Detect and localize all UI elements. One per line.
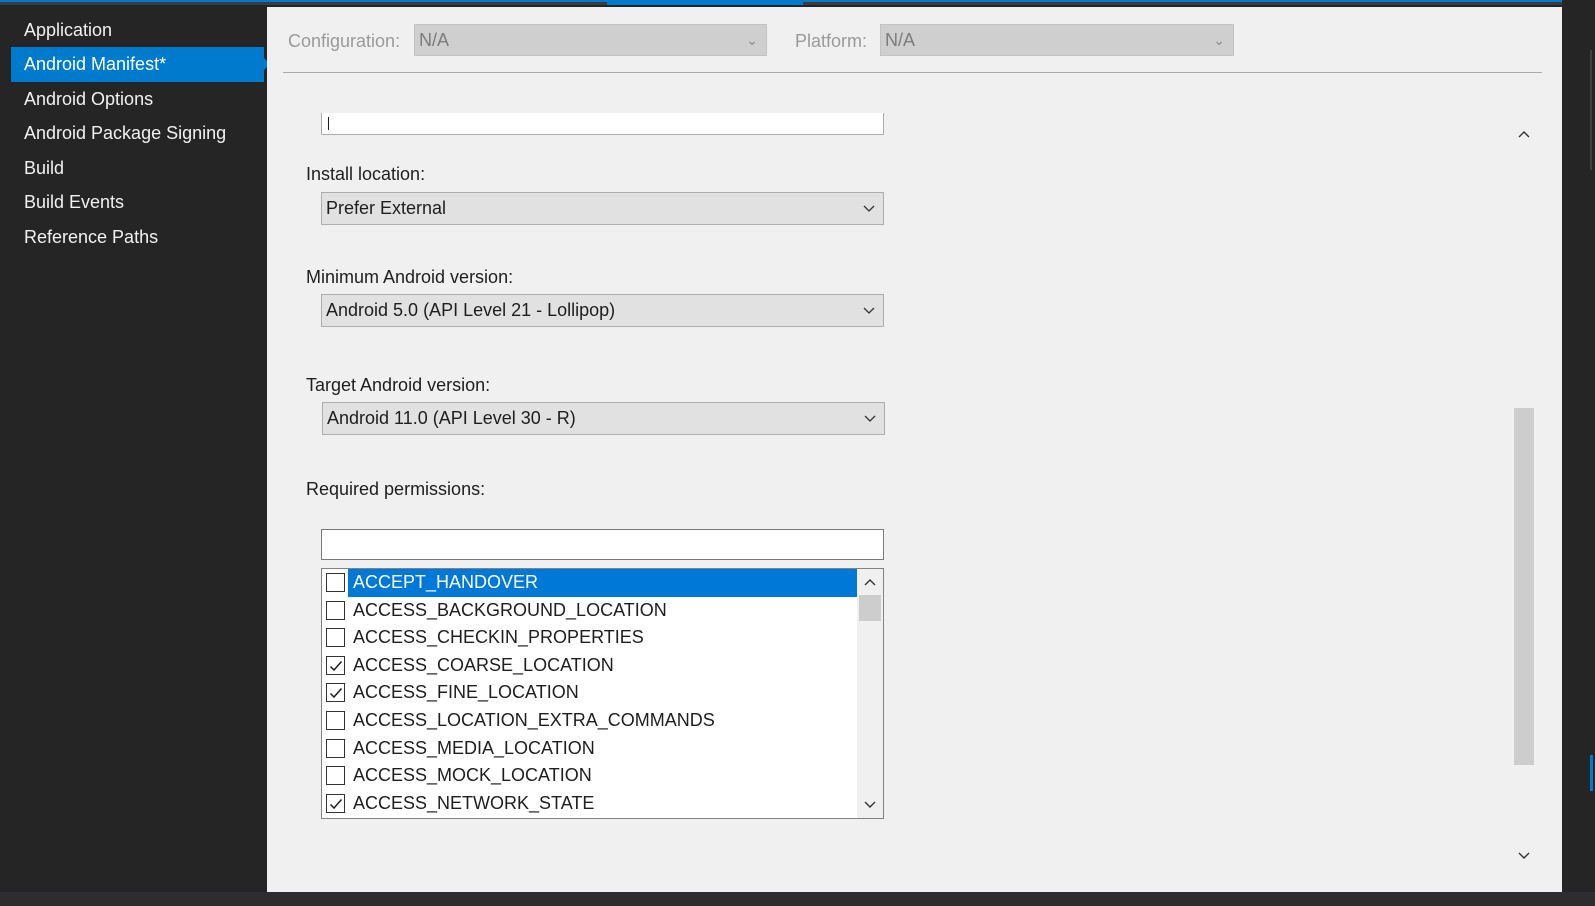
permission-label: ACCESS_COARSE_LOCATION xyxy=(353,654,614,675)
configuration-select[interactable]: N/A ⌄ xyxy=(414,24,767,56)
platform-select[interactable]: N/A ⌄ xyxy=(880,24,1234,56)
window-bottom-edge xyxy=(0,892,1595,906)
chevron-down-icon xyxy=(864,415,876,422)
checkmark-icon xyxy=(329,688,343,699)
chevron-down-icon xyxy=(863,307,875,314)
permission-row[interactable]: ACCESS_NETWORK_STATE xyxy=(322,790,858,818)
panel-scrollbar[interactable] xyxy=(1512,122,1536,872)
sidebar-item-build[interactable]: Build xyxy=(11,151,264,186)
platform-value: N/A xyxy=(885,30,916,50)
permissions-list[interactable]: ACCEPT_HANDOVER ACCESS_BACKGROUND_LOCATIO… xyxy=(321,568,884,819)
platform-label: Platform: xyxy=(795,31,868,51)
target-android-version-value: Android 11.0 (API Level 30 - R) xyxy=(327,408,576,428)
permission-label: ACCESS_BACKGROUND_LOCATION xyxy=(353,599,667,620)
permission-row[interactable]: ACCESS_MOCK_LOCATION xyxy=(322,762,858,790)
editor-position-marker xyxy=(1590,755,1593,791)
permissions-filter-input[interactable] xyxy=(321,529,884,560)
install-location-select[interactable]: Prefer External xyxy=(321,192,884,225)
min-android-version-select[interactable]: Android 5.0 (API Level 21 - Lollipop) xyxy=(321,294,884,327)
permission-row[interactable]: ACCESS_BACKGROUND_LOCATION xyxy=(322,597,858,625)
permission-label: ACCESS_CHECKIN_PROPERTIES xyxy=(353,627,644,648)
permission-label: ACCEPT_HANDOVER xyxy=(348,569,857,597)
panel-scroll-down-button[interactable] xyxy=(1512,844,1536,868)
window-right-edge xyxy=(1562,0,1595,906)
chevron-down-icon xyxy=(864,801,876,808)
scroll-down-button[interactable] xyxy=(857,793,883,817)
permission-checkbox[interactable] xyxy=(326,766,345,786)
permission-checkbox[interactable] xyxy=(326,683,345,703)
permission-row[interactable]: ACCESS_FINE_LOCATION xyxy=(322,679,858,707)
permission-row[interactable]: ACCESS_CHECKIN_PROPERTIES xyxy=(322,624,858,652)
permission-label: ACCESS_FINE_LOCATION xyxy=(353,682,579,703)
sidebar-item-android-manifest[interactable]: Android Manifest* xyxy=(11,47,270,82)
chevron-down-icon xyxy=(863,205,875,212)
permission-checkbox[interactable] xyxy=(326,738,345,758)
sidebar-item-reference-paths[interactable]: Reference Paths xyxy=(11,220,264,255)
permission-checkbox[interactable] xyxy=(326,793,345,813)
permissions-list-scrollbar[interactable] xyxy=(857,569,883,818)
checkmark-icon xyxy=(329,798,343,809)
text-field-partially-scrolled[interactable] xyxy=(321,113,884,135)
chevron-up-icon xyxy=(864,579,876,586)
permission-checkbox[interactable] xyxy=(326,655,345,675)
permission-label: ACCESS_LOCATION_EXTRA_COMMANDS xyxy=(353,710,715,730)
configuration-value: N/A xyxy=(419,30,450,50)
permission-label: ACCESS_NETWORK_STATE xyxy=(353,792,595,813)
chevron-down-icon: ⌄ xyxy=(1213,32,1225,48)
panel-scrollbar-thumb[interactable] xyxy=(1514,408,1534,765)
project-properties-sidebar: Application Android Manifest* Android Op… xyxy=(0,12,270,892)
permission-checkbox[interactable] xyxy=(326,628,345,648)
sidebar-item-android-options[interactable]: Android Options xyxy=(11,82,264,117)
permission-label: ACCESS_MOCK_LOCATION xyxy=(353,765,592,786)
permission-checkbox[interactable] xyxy=(326,573,345,592)
scrollbar-thumb[interactable] xyxy=(859,595,881,621)
permission-checkbox[interactable] xyxy=(326,711,345,730)
scroll-up-button[interactable] xyxy=(857,570,883,594)
install-location-value: Prefer External xyxy=(326,198,447,218)
sidebar-item-application[interactable]: Application xyxy=(11,13,264,48)
editor-scroll-marker xyxy=(1590,50,1592,170)
permission-row[interactable]: ACCESS_LOCATION_EXTRA_COMMANDS xyxy=(322,707,858,735)
install-location-label: Install location: xyxy=(306,164,426,184)
permission-row[interactable]: ACCESS_MEDIA_LOCATION xyxy=(322,735,858,763)
chevron-down-icon xyxy=(1518,852,1530,859)
permission-checkbox[interactable] xyxy=(326,600,345,620)
sidebar-item-build-events[interactable]: Build Events xyxy=(11,185,264,220)
target-android-version-label: Target Android version: xyxy=(306,375,491,395)
permission-row[interactable]: ACCESS_COARSE_LOCATION xyxy=(322,652,858,680)
chevron-down-icon: ⌄ xyxy=(746,32,758,48)
active-tab-indicator xyxy=(607,0,803,5)
min-android-version-label: Minimum Android version: xyxy=(306,267,514,287)
checkmark-icon xyxy=(329,660,343,671)
panel-scroll-up-button[interactable] xyxy=(1512,122,1536,146)
min-android-version-value: Android 5.0 (API Level 21 - Lollipop) xyxy=(326,300,616,320)
sidebar-item-android-package-signing[interactable]: Android Package Signing xyxy=(11,116,264,151)
manifest-settings-panel: Configuration: N/A ⌄ Platform: N/A ⌄ Ins… xyxy=(267,7,1562,892)
configuration-label: Configuration: xyxy=(288,31,401,51)
toolbar-separator xyxy=(283,72,1542,73)
text-cursor xyxy=(328,117,329,130)
target-android-version-select[interactable]: Android 11.0 (API Level 30 - R) xyxy=(322,402,885,435)
chevron-up-icon xyxy=(1518,131,1530,138)
required-permissions-label: Required permissions: xyxy=(306,479,486,499)
window-top-border xyxy=(0,0,1595,5)
permission-row[interactable]: ACCEPT_HANDOVER xyxy=(322,569,858,597)
permission-label: ACCESS_MEDIA_LOCATION xyxy=(353,737,595,758)
